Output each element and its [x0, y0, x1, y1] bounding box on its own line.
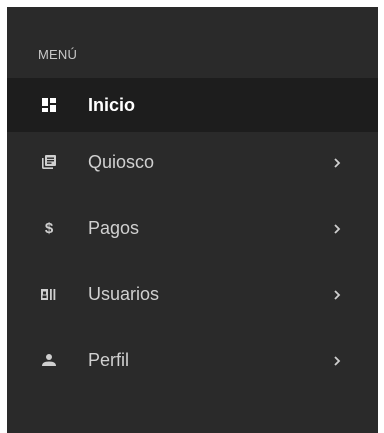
chevron-right-icon [332, 354, 342, 366]
sidebar-item-label: Quiosco [88, 151, 155, 172]
menu-section-title: MENÚ [38, 47, 78, 62]
id-card-icon [41, 286, 57, 302]
sidebar-item-quiosco[interactable]: Quiosco [7, 135, 378, 189]
dashboard-icon [41, 97, 57, 113]
sidebar-item-perfil[interactable]: Perfil [7, 333, 378, 387]
library-books-icon [41, 154, 57, 170]
sidebar-item-label: Perfil [88, 349, 130, 370]
sidebar-item-label: Inicio [88, 94, 136, 115]
person-icon [41, 352, 57, 368]
chevron-right-icon [332, 222, 342, 234]
sidebar-item-usuarios[interactable]: Usuarios [7, 267, 378, 321]
chevron-right-icon [332, 288, 342, 300]
sidebar-menu: MENÚ Inicio Quiosco $ Pagos Usuarios Per… [7, 7, 378, 433]
chevron-right-icon [332, 156, 342, 168]
sidebar-item-label: Usuarios [88, 283, 160, 304]
sidebar-item-label: Pagos [88, 217, 140, 238]
sidebar-item-pagos[interactable]: $ Pagos [7, 201, 378, 255]
sidebar-item-inicio[interactable]: Inicio [7, 78, 378, 132]
dollar-glyph: $ [44, 219, 54, 237]
dollar-icon: $ [41, 220, 57, 236]
